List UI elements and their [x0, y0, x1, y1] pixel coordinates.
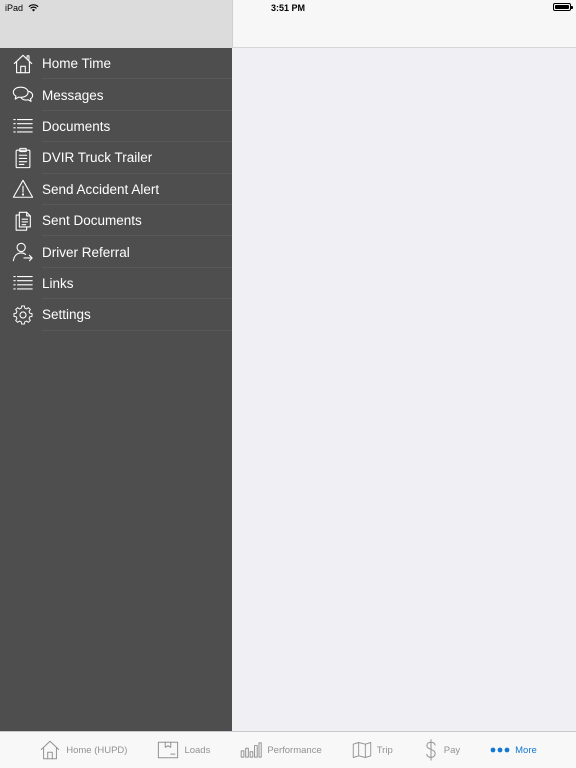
- sidebar-item-driver-referral[interactable]: Driver Referral: [0, 236, 232, 269]
- warning-icon: [11, 177, 35, 201]
- sidebar-item-messages[interactable]: Messages: [0, 79, 232, 112]
- tab-performance[interactable]: Performance: [225, 742, 336, 758]
- tab-bar: Home (HUPD) Loads Performance Trip Pay M…: [0, 731, 576, 768]
- sidebar-item-label: Home Time: [42, 56, 112, 72]
- sidebar-item-send-accident-alert[interactable]: Send Accident Alert: [0, 174, 232, 206]
- map-icon: [352, 742, 371, 758]
- tab-home-hupd[interactable]: Home (HUPD): [24, 739, 142, 761]
- sidebar-item-label: Links: [42, 275, 74, 291]
- detail-pane: [232, 48, 576, 731]
- tab-pay[interactable]: Pay: [408, 739, 475, 761]
- battery-icon: [553, 3, 573, 11]
- home-icon: [11, 52, 35, 76]
- sidebar-menu: Home Time Messages Documents DVIR Truck …: [0, 48, 232, 731]
- sidebar-item-dvir-truck-trailer[interactable]: DVIR Truck Trailer: [0, 142, 232, 174]
- tab-label: Pay: [443, 744, 461, 756]
- sidebar-item-label: Send Accident Alert: [42, 181, 160, 197]
- home-icon: [41, 740, 60, 760]
- tab-label: Trip: [376, 744, 393, 756]
- tab-label: Home (HUPD): [66, 744, 128, 756]
- list-icon: [11, 271, 35, 295]
- documents-icon: [11, 209, 35, 233]
- sidebar-item-label: Documents: [42, 118, 111, 134]
- sidebar-item-sent-documents[interactable]: Sent Documents: [0, 205, 232, 237]
- tab-label: Loads: [184, 744, 211, 756]
- clipboard-icon: [11, 146, 35, 170]
- sidebar-item-label: Settings: [42, 307, 91, 323]
- sidebar-item-label: DVIR Truck Trailer: [42, 150, 153, 166]
- status-bar: iPad 3:51 PM: [0, 0, 576, 16]
- sidebar-item-label: Messages: [42, 87, 104, 103]
- sidebar-item-label: Driver Referral: [42, 244, 130, 260]
- list-icon: [11, 114, 35, 138]
- sidebar-item-label: Sent Documents: [42, 213, 142, 229]
- status-time: 3:51 PM: [270, 3, 305, 13]
- box-icon: [158, 741, 179, 759]
- sidebar-item-links[interactable]: Links: [0, 268, 232, 300]
- bar-chart-icon: [241, 742, 263, 758]
- tab-more[interactable]: More: [475, 745, 552, 756]
- tab-label: More: [515, 744, 537, 756]
- sidebar-item-home-time[interactable]: Home Time: [0, 48, 232, 80]
- dollar-icon: [425, 739, 436, 761]
- tab-label: Performance: [267, 744, 322, 756]
- chat-bubbles-icon: [11, 83, 35, 107]
- sidebar-item-documents[interactable]: Documents: [0, 111, 232, 143]
- gear-icon: [11, 303, 35, 327]
- sidebar-item-settings[interactable]: Settings: [0, 299, 232, 331]
- more-dots-icon: [490, 747, 510, 753]
- tab-loads[interactable]: Loads: [142, 739, 225, 761]
- user-share-icon: [11, 240, 35, 264]
- tab-trip[interactable]: Trip: [337, 741, 408, 759]
